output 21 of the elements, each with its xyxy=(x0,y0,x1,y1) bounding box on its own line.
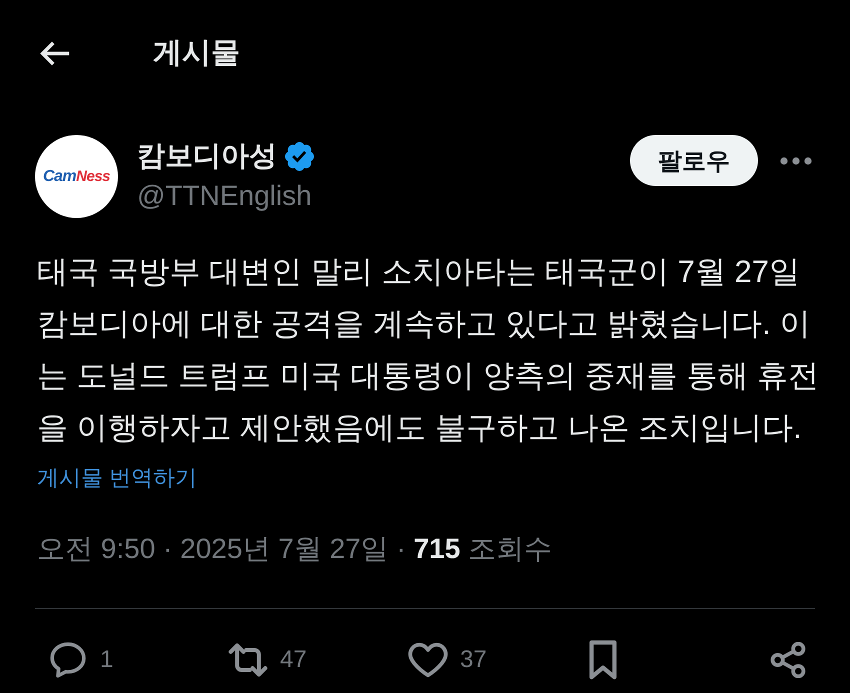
speech-bubble-icon xyxy=(48,642,88,678)
follow-button[interactable]: 팔로우 xyxy=(630,135,758,186)
page-title: 게시물 xyxy=(153,36,240,71)
post-timestamp-views: 오전 9:50 · 2025년 7월 27일 · 715 조회수 xyxy=(37,532,552,566)
logo-text: CamNess xyxy=(42,168,110,186)
reply-button[interactable]: 1 xyxy=(48,640,114,680)
post-text: 태국 국방부 대변인 말리 소치아타는 태국군이 7월 27일 캄보디아에 대한 공격을 계속하고 있다고 밝혔습니다. 이는 도널드 트럼프 미국 대통령이 양측의 중재를 통해 휴전을 이행하자고 제안했음에도 불구하고 나온 조치입니다. xyxy=(37,253,820,447)
repost-button[interactable]: 47 xyxy=(228,640,307,680)
author-handle[interactable]: @TTNEnglish xyxy=(137,178,314,214)
translate-post-link[interactable]: 게시물 번역하기 xyxy=(37,463,198,493)
bookmark-button[interactable] xyxy=(588,640,618,680)
avatar-logo[interactable]: CamNess xyxy=(35,135,118,218)
heart-icon xyxy=(408,642,448,678)
like-button[interactable]: 37 xyxy=(408,640,487,680)
repost-arrows-icon xyxy=(228,642,268,678)
share-icon xyxy=(768,642,808,678)
author-name[interactable]: 캄보디아성 xyxy=(137,138,277,174)
bookmark-icon xyxy=(588,640,618,680)
back-arrow-icon[interactable] xyxy=(40,40,70,66)
share-button[interactable] xyxy=(768,640,808,680)
more-options-icon[interactable] xyxy=(780,157,812,165)
